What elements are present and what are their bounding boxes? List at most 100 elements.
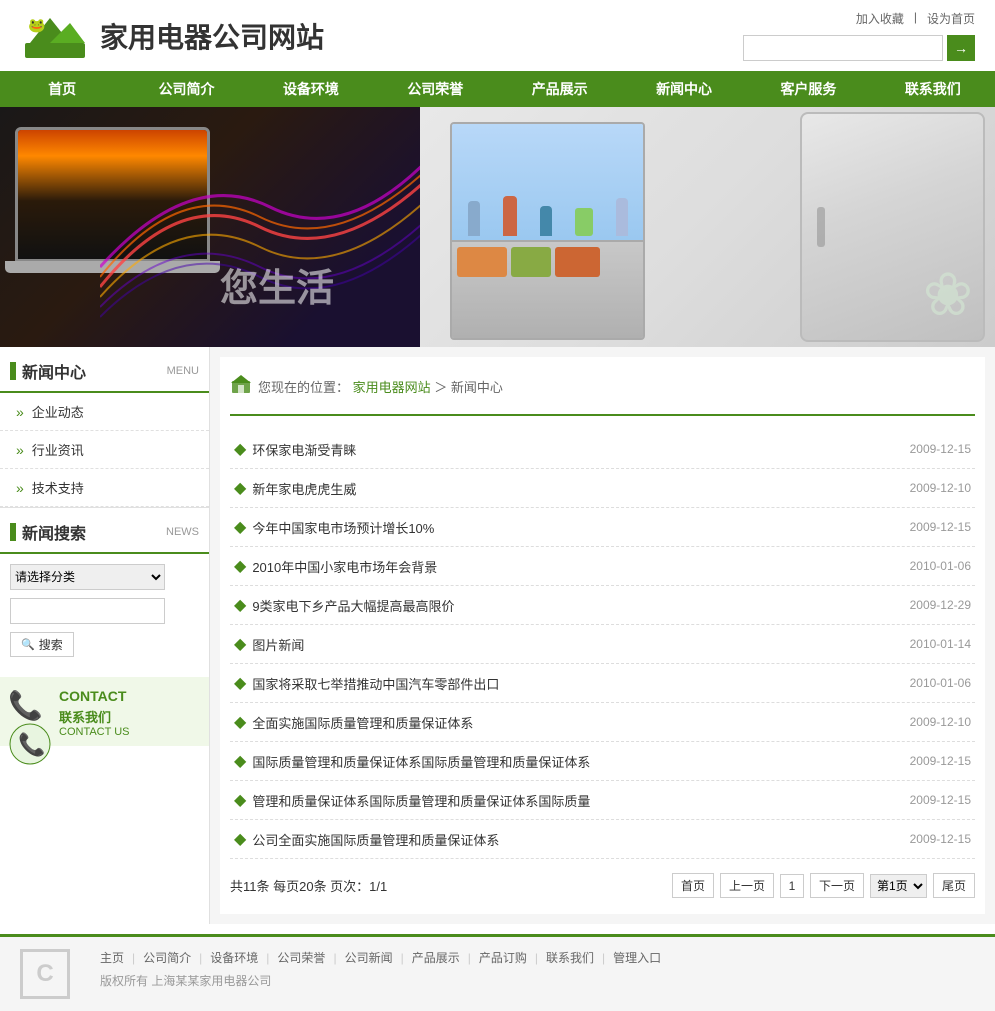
banner-right: ❀ [420,107,995,347]
homepage-link[interactable]: 设为首页 [927,10,975,27]
breadcrumb-prefix: 您现在的位置： [258,380,349,395]
news-title-1: 新年家电虎虎生威 [252,479,356,498]
nav-item-about[interactable]: 公司简介 [124,71,248,107]
section-title-bar [10,362,16,380]
news-date-4: 2009-12-29 [910,598,971,612]
footer-link-equipment[interactable]: 设备环境 [210,949,258,966]
nav-list: 首页 公司简介 设备环境 公司荣誉 产品展示 新闻中心 客户服务 联系我们 [0,71,995,107]
footer-link-products[interactable]: 产品展示 [412,949,460,966]
news-link-1[interactable]: ◆新年家电虎虎生威 [234,478,910,498]
news-link-4[interactable]: ◆9类家电下乡产品大幅提高最高限价 [234,595,910,615]
contact-banner[interactable]: 📞 CONTACT 联系我们 CONTACT US [0,677,209,746]
news-title-8: 国际质量管理和质量保证体系国际质量管理和质量保证体系 [252,752,590,771]
news-link-7[interactable]: ◆全面实施国际质量管理和质量保证体系 [234,712,910,732]
sidebar-industry-label: 行业资讯 [32,440,84,459]
breadcrumb-home-link[interactable]: 家用电器网站 [353,380,431,395]
bullet-icon: ◆ [234,829,246,849]
news-link-2[interactable]: ◆今年中国家电市场预计增长10% [234,517,910,537]
news-list: ◆环保家电渐受青睐 2009-12-15 ◆新年家电虎虎生威 2009-12-1… [230,430,975,859]
search-section-title: 新闻搜索 NEWS [0,508,209,554]
banner-slogan: 您生活 [220,257,334,312]
news-date-7: 2009-12-10 [910,715,971,729]
nav-item-contact[interactable]: 联系我们 [871,71,995,107]
footer-link-admin[interactable]: 管理入口 [613,949,661,966]
news-list-item: ◆9类家电下乡产品大幅提高最高限价 2009-12-29 [230,586,975,625]
news-menu-label: MENU [167,365,199,377]
footer-logo-area: C 主页| 公司简介| 设备环境| 公司荣誉| 公司新闻| 产品展示| 产品订购… [20,949,975,999]
news-title-9: 管理和质量保证体系国际质量管理和质量保证体系国际质量 [252,791,590,810]
search-news-label: NEWS [166,526,199,538]
nav-item-home[interactable]: 首页 [0,71,124,107]
prev-page-button[interactable]: 上一页 [720,873,774,898]
breadcrumb-current: 新闻中心 [451,380,503,395]
news-title-4: 9类家电下乡产品大幅提高最高限价 [252,596,454,615]
bullet-icon: ◆ [234,517,246,537]
footer-link-order[interactable]: 产品订购 [479,949,527,966]
link-separator: | [914,10,917,27]
contact-text: CONTACT 联系我们 CONTACT US [59,685,130,738]
news-date-2: 2009-12-15 [910,520,971,534]
page-select[interactable]: 第1页 [870,874,927,898]
news-date-0: 2009-12-15 [910,442,971,456]
footer-link-contact[interactable]: 联系我们 [546,949,594,966]
news-link-9[interactable]: ◆ 管理和质量保证体系国际质量管理和质量保证体系国际质量 [234,790,910,810]
sidebar-item-tech[interactable]: » 技术支持 [0,469,209,507]
news-date-8: 2009-12-15 [910,754,971,768]
nav-item-news[interactable]: 新闻中心 [622,71,746,107]
bullet-icon: ◆ [234,790,246,810]
search-text-input[interactable] [10,598,165,624]
news-link-6[interactable]: ◆ 国家将采取七举措推动中国汽车零部件出口 [234,673,910,693]
fridge-flower-icon: ❀ [923,265,973,325]
pagination: 共11条 每页20条 页次：1/1 首页 上一页 1 下一页 第1页 尾页 [230,859,975,904]
news-link-0[interactable]: ◆环保家电渐受青睐 [234,439,910,459]
contact-sub-text: CONTACT US [59,726,130,738]
news-title-7: 全面实施国际质量管理和质量保证体系 [252,713,473,732]
bookmark-link[interactable]: 加入收藏 [856,10,904,27]
breadcrumb-sep: ＞ [434,380,447,395]
sidebar: 新闻中心 MENU » 企业动态 » 行业资讯 » 技术支持 新闻搜索 NEWS [0,347,210,924]
news-title-text: 新闻中心 [22,359,86,383]
first-page-button[interactable]: 首页 [672,873,714,898]
last-page-button[interactable]: 尾页 [933,873,975,898]
bullet-icon: ◆ [234,634,246,654]
news-link-8[interactable]: ◆国际质量管理和质量保证体系国际质量管理和质量保证体系 [234,751,910,771]
fridge-open [450,122,645,340]
nav-item-products[interactable]: 产品展示 [498,71,622,107]
search-btn-label: 搜索 [39,636,63,653]
footer-link-home[interactable]: 主页 [100,949,124,966]
news-link-3[interactable]: ◆2010年中国小家电市场年会背景 [234,556,910,576]
contact-main-text: 联系我们 [59,707,130,726]
news-list-item: ◆管理和质量保证体系国际质量管理和质量保证体系国际质量 2009-12-15 [230,781,975,820]
news-date-3: 2010-01-06 [910,559,971,573]
nav-item-honor[interactable]: 公司荣誉 [373,71,497,107]
contact-phone-icon: 📞 [8,722,53,767]
breadcrumb: 您现在的位置： 家用电器网站 ＞ 新闻中心 [230,367,975,416]
bullet-icon: ◆ [234,673,246,693]
news-title-3: 2010年中国小家电市场年会背景 [252,557,437,576]
search-section: 新闻搜索 NEWS 请选择分类 搜索 [0,508,209,667]
footer-link-honor[interactable]: 公司荣誉 [277,949,325,966]
search-button[interactable] [947,35,975,61]
footer-link-about[interactable]: 公司简介 [143,949,191,966]
sidebar-item-enterprise[interactable]: » 企业动态 [0,393,209,431]
news-link-10[interactable]: ◆ 公司全面实施国际质量管理和质量保证体系 [234,829,910,849]
news-list-item: ◆2010年中国小家电市场年会背景 2010-01-06 [230,547,975,586]
news-title-10: 公司全面实施国际质量管理和质量保证体系 [252,830,499,849]
logo-text: 家用电器公司网站 [100,16,324,56]
news-title-5: 图片新闻 [252,635,304,654]
footer-link-news[interactable]: 公司新闻 [345,949,393,966]
search-submit-button[interactable]: 搜索 [10,632,74,657]
current-page-number: 1 [780,874,804,898]
search-input[interactable] [743,35,943,61]
news-list-item: ◆公司全面实施国际质量管理和质量保证体系 2009-12-15 [230,820,975,859]
news-link-5[interactable]: ◆ 图片新闻 [234,634,910,654]
header-links: 加入收藏 | 设为首页 [856,10,975,27]
nav-item-equipment[interactable]: 设备环境 [249,71,373,107]
category-select[interactable]: 请选择分类 [10,564,165,590]
logo-icon: 🐸 [20,8,90,63]
sidebar-item-industry[interactable]: » 行业资讯 [0,431,209,469]
news-title-6: 国家将采取七举措推动中国汽车零部件出口 [252,674,499,693]
nav-item-service[interactable]: 客户服务 [746,71,870,107]
arrow-icon: » [16,404,24,420]
next-page-button[interactable]: 下一页 [810,873,864,898]
